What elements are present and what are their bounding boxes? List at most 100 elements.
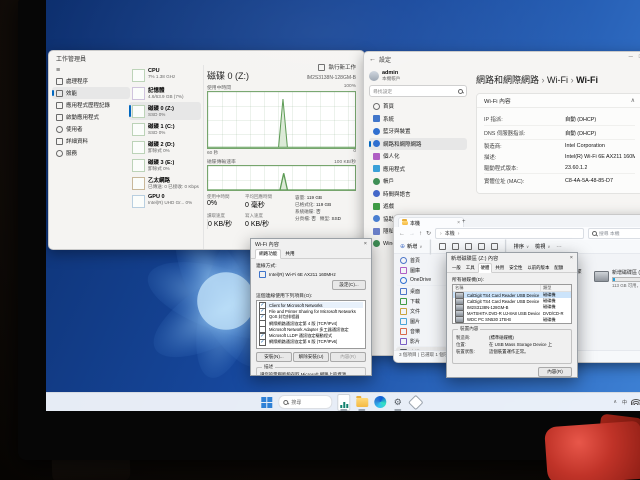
tab-previous-versions[interactable]: 以前的版本 [525,264,551,272]
sidebar-gallery[interactable]: 圖庫 [396,265,448,275]
drive-row[interactable]: CalDigit TS4 Card Reader USB Device磁碟機 [453,298,571,304]
drive-z-tile[interactable]: 新增磁碟區 (Z:) 113 GB 可用，共 118 GB [592,267,640,291]
paste-icon[interactable] [465,243,472,250]
sidebar-videos[interactable]: 影片 [396,336,448,347]
tab-security[interactable]: 安全性 [507,264,524,272]
taskbar-app[interactable] [409,396,422,409]
tab-tools[interactable]: 工具 [464,264,477,272]
wifi-status-icon[interactable] [632,399,640,405]
nav-item-app-history[interactable]: 應用程式歷程記錄 [52,99,130,111]
tab-quota[interactable]: 配額 [552,264,565,272]
settings-nav-network[interactable]: 網路和網際網路 [369,138,467,151]
sidebar-desktop[interactable]: 桌面 [396,286,448,296]
settings-search-input[interactable]: 尋找設定 [369,85,467,97]
tab-sharing[interactable]: 共用 [282,250,297,258]
monitor-bezel: 工作管理員 執行新工作 ≡ 處理程序 效能 應用程式歷程記錄 啟動應用程式 使用… [18,0,640,460]
perf-entry-disk3[interactable]: 磁碟 3 (E:)卸除式 0% [129,156,201,174]
checkbox-checked[interactable]: ✓ [259,339,266,346]
taskbar-edge[interactable] [373,396,386,409]
perf-entry-gpu0[interactable]: GPU 0Intel(R) UHD Gr... 0% [129,192,201,210]
nav-item-users[interactable]: 使用者 [52,123,130,135]
protocol-item[interactable]: ✓File and Printer Sharing for Microsoft … [259,308,363,314]
minimize-icon[interactable]: ─ [629,54,633,60]
sidebar-downloads[interactable]: 下載 [396,296,448,306]
nav-item-services[interactable]: 服務 [52,147,130,159]
drive-row[interactable]: MATSHITA DVD-R UJ-8A8 USB DeviceDVD/CD-R [453,311,571,317]
nav-item-processes[interactable]: 處理程序 [52,75,130,87]
settings-nav-bluetooth[interactable]: 藍牙與裝置 [369,125,467,138]
rename-icon[interactable] [478,243,485,250]
perf-entry-disk1[interactable]: 磁碟 1 (C:)SSD 0% [129,120,201,138]
drive-row[interactable]: WDC PC SN530 1TB-B磁碟機 [453,317,571,323]
tab-general[interactable]: 一般 [450,264,463,272]
configure-button[interactable]: 設定(C)... [332,280,366,290]
settings-nav-time-language[interactable]: 時間與語言 [369,188,467,201]
tab-close-icon[interactable]: × [457,220,460,226]
nav-item-performance[interactable]: 效能 [52,87,130,99]
perf-entry-ethernet[interactable]: 乙太網路已傳送: 0 已接收: 0 Kbps [129,174,201,192]
breadcrumb-wifi[interactable]: Wi-Fi [547,75,568,85]
more-button[interactable]: ⋯ [556,244,561,250]
perf-entry-memory[interactable]: 記憶體4.6/63.9 GB (7%) [129,84,201,102]
connection-items-listbox[interactable]: ✓Client for Microsoft Networks ✓File and… [256,300,366,349]
wifi-card-header[interactable]: Wi-Fi 內容 ∧ [477,94,640,108]
back-icon[interactable]: ← [369,56,376,63]
tab-networking[interactable]: 網路功能 [255,249,281,259]
start-button[interactable] [260,396,273,409]
nav-item-startup-apps[interactable]: 啟動應用程式 [52,111,130,123]
perf-entry-disk2[interactable]: 磁碟 2 (D:)卸除式 0% [129,138,201,156]
settings-nav-apps[interactable]: 應用程式 [369,163,467,176]
row-mac-address: 實體位址 (MAC):C8-4A-5A-48-85-D7 [484,173,635,187]
hamburger-icon[interactable]: ≡ [52,66,130,75]
delete-icon[interactable] [491,243,498,250]
refresh-icon[interactable]: ↻ [426,230,431,237]
drives-listbox[interactable]: 名稱 類型 CalDigit TS4 Card Reader USB Devic… [452,284,572,324]
sidebar-documents[interactable]: 文件 [396,306,448,316]
explorer-search-input[interactable]: 搜尋 本機 [588,228,640,239]
up-icon[interactable]: ↑ [419,231,422,237]
taskbar-file-explorer[interactable] [355,396,368,409]
uninstall-button[interactable]: 解除安裝(U) [293,352,329,362]
settings-nav-personalization[interactable]: 個人化 [369,150,467,163]
taskbar-settings[interactable]: ⚙ [391,396,404,409]
cut-icon[interactable] [439,243,446,250]
account-profile[interactable]: admin本機帳戶 [369,68,467,83]
breadcrumb-network[interactable]: 網路和網際網路 [476,75,539,85]
close-icon[interactable]: × [364,241,367,247]
tab-sharing[interactable]: 共用 [493,264,506,272]
tab-hardware[interactable]: 硬體 [478,263,493,273]
settings-nav-home[interactable]: 首頁 [369,100,467,113]
copy-icon[interactable] [452,243,459,250]
perf-entry-disk0[interactable]: 磁碟 0 (Z:)SSD 0% [129,102,201,120]
new-button[interactable]: ⊕新增∨ [400,243,422,250]
item-properties-button[interactable]: 內容(R) [330,352,366,362]
nav-item-details[interactable]: 詳細資料 [52,135,130,147]
sidebar-music[interactable]: 音樂 [396,326,448,336]
sort-button[interactable]: 排序∨ [514,243,529,250]
settings-nav-accounts[interactable]: 帳戶 [369,175,467,188]
new-tab-icon[interactable]: + [462,219,466,225]
drive-row[interactable]: CalDigit TS4 Card Reader USB Device磁碟機 [453,292,571,298]
view-button[interactable]: 檢視∨ [535,243,550,250]
address-breadcrumb[interactable]: ›本機› [435,228,584,239]
settings-nav-system[interactable]: 系統 [369,113,467,126]
drive-row[interactable]: IM2S3138N-128GM-B磁碟機 [453,304,571,310]
protocol-item[interactable]: ✓網際網路通訊協定第 6 版 (TCP/IPv6) [259,339,363,345]
sidebar-onedrive[interactable]: OneDrive [396,275,448,286]
forward-icon[interactable]: → [409,231,415,237]
sidebar-pictures[interactable]: 圖片 [396,316,448,326]
install-button[interactable]: 安裝(N)... [256,352,292,362]
device-properties-button[interactable]: 內容(R) [538,367,572,377]
taskbar-task-manager[interactable] [337,396,350,409]
taskbar-search[interactable]: 搜尋 [278,395,332,409]
protocol-item[interactable]: Microsoft Network Adapter 多工器通訊協定 [259,327,363,333]
ime-indicator[interactable]: 中 [622,399,627,406]
perf-entry-cpu[interactable]: CPU7% 1.38 GHz [129,66,201,84]
sidebar-home[interactable]: 首頁 [396,255,448,265]
back-icon[interactable]: ← [399,231,405,237]
active-time-max: 100% [344,84,356,91]
settings-nav-gaming[interactable]: 遊戲 [369,200,467,213]
close-icon[interactable]: × [570,255,573,261]
connection-items-label: 這個連線使用下列項目(O): [256,292,366,299]
hidden-icons-caret[interactable]: ∧ [613,399,617,405]
